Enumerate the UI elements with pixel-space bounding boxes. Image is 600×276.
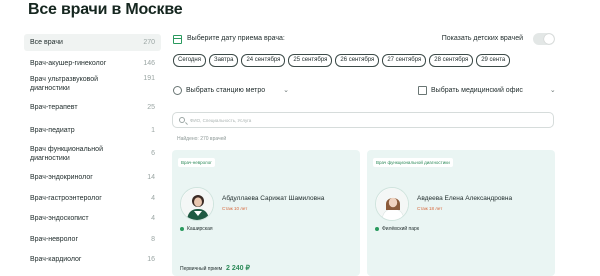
date-chip[interactable]: 26 сентября (335, 54, 380, 67)
sidebar-item-label: Врач-терапевт (30, 104, 78, 111)
date-chip[interactable]: 24 сентября (241, 54, 286, 67)
doctor-card[interactable]: Врач-невролог Абдуллаева Сарижат Шамилов… (172, 150, 360, 276)
sidebar-item-all-doctors[interactable]: Все врачи 270 (24, 34, 161, 51)
metro-name: Каширская (187, 226, 213, 232)
kids-toggle-label: Показать детских врачей (441, 35, 523, 42)
doctor-search (172, 112, 554, 128)
doctor-experience: Стаж 18 лет (417, 206, 443, 211)
sidebar-item-label: Врач-акушер-гинеколог (30, 59, 107, 67)
sidebar-item-count: 191 (143, 75, 155, 82)
doctor-name[interactable]: Абдуллаева Сарижат Шамиловна (222, 195, 324, 202)
doctor-avatar (375, 187, 409, 221)
sidebar-item-label: Врач функциональной диагностики (30, 145, 103, 162)
doctor-experience: Стаж 10 лет (222, 206, 248, 211)
sidebar-item-pediatrician[interactable]: Врач-педиатр 1 (24, 119, 161, 141)
sidebar-item-count: 146 (143, 59, 155, 67)
calendar-icon (173, 35, 182, 44)
metro-name: Филёвский парк (382, 226, 420, 232)
date-picker-header: Выберите дату приема врача: Показать дет… (173, 33, 555, 48)
date-chip[interactable]: 28 сентября (429, 54, 474, 67)
specialty-sidebar: Все врачи 270 Врач-акушер-гинеколог 146 … (24, 34, 161, 269)
sidebar-item-label: Врач-эндоскопист (30, 214, 89, 222)
date-chip[interactable]: 29 сента (476, 54, 511, 67)
doctor-metro: Каширская (180, 226, 213, 232)
sidebar-item-gastroenterologist[interactable]: Врач-гастроэнтеролог 4 (24, 189, 161, 207)
date-chip-tomorrow[interactable]: Завтра (209, 54, 239, 67)
metro-icon (173, 85, 182, 95)
sidebar-item-count: 8 (151, 235, 155, 243)
date-chip-today[interactable]: Сегодня (173, 54, 206, 67)
doctor-avatar (180, 187, 214, 221)
office-icon (418, 85, 427, 95)
sidebar-item-count: 270 (143, 39, 155, 46)
metro-filter-label: Выбрать станцию метро (186, 86, 266, 94)
sidebar-item-label: Врач-кардиолог (30, 255, 82, 263)
doctor-card[interactable]: Врач функциональной диагностики Авдеева … (367, 150, 555, 276)
sidebar-item-count: 4 (151, 194, 155, 202)
price-value: 2 240 ₽ (226, 265, 250, 272)
sidebar-item-count: 4 (151, 214, 155, 222)
sidebar-item-count: 16 (147, 255, 155, 263)
doctor-metro: Филёвский парк (375, 226, 419, 232)
sidebar-item-therapist[interactable]: Врач-терапевт 25 (24, 96, 161, 119)
sidebar-item-count: 1 (151, 126, 155, 134)
results-count: Найдено: 270 врачей (177, 136, 227, 142)
sidebar-item-ultrasound[interactable]: Врач ультразвуковой диагностики 191 (24, 75, 161, 96)
sidebar-item-label: Врач-эндокринолог (30, 174, 93, 181)
date-chip[interactable]: 25 сентября (288, 54, 333, 67)
date-chips: Сегодня Завтра 24 сентября 25 сентября 26 се… (173, 54, 558, 68)
sidebar-item-label: Все врачи (30, 39, 63, 46)
sidebar-item-label: Врач-невролог (30, 235, 78, 243)
specialty-badge: Врач-невролог (178, 158, 215, 167)
search-icon (179, 117, 185, 123)
kids-doctors-toggle[interactable] (533, 33, 555, 45)
metro-dot-icon (180, 227, 184, 231)
sidebar-item-count: 14 (147, 174, 155, 181)
metro-filter-dropdown[interactable]: Выбрать станцию метро ⌄ (173, 84, 289, 96)
office-filter-dropdown[interactable]: Выбрать медицинский офис ⌄ (418, 84, 556, 96)
date-chip[interactable]: 27 сентября (382, 54, 427, 67)
office-filter-label: Выбрать медицинский офис (431, 86, 523, 94)
chevron-down-icon: ⌄ (283, 87, 289, 94)
sidebar-item-endoscopist[interactable]: Врач-эндоскопист 4 (24, 207, 161, 229)
sidebar-item-label: Врач-педиатр (30, 126, 75, 134)
chevron-down-icon: ⌄ (549, 87, 556, 94)
sidebar-item-cardiologist[interactable]: Врач-кардиолог 16 (24, 249, 161, 269)
sidebar-item-label: Врач-гастроэнтеролог (30, 194, 102, 202)
sidebar-item-label: Врач ультразвуковой диагностики (30, 76, 99, 92)
price-label: Первичный прием (180, 266, 223, 272)
sidebar-item-obstetrician[interactable]: Врач-акушер-гинеколог 146 (24, 51, 161, 75)
sidebar-item-functional-diagnostics[interactable]: Врач функциональной диагностики 6 (24, 141, 161, 166)
search-input[interactable] (190, 115, 540, 125)
sidebar-item-count: 25 (147, 104, 155, 111)
metro-dot-icon (375, 227, 379, 231)
date-picker-label: Выберите дату приема врача: (187, 35, 285, 42)
doctor-name[interactable]: Авдеева Елена Александровна (417, 195, 512, 202)
sidebar-item-endocrinologist[interactable]: Врач-эндокринолог 14 (24, 166, 161, 189)
page-title: Все врачи в Москве (28, 1, 183, 18)
sidebar-item-count: 6 (151, 150, 155, 157)
specialty-badge: Врач функциональной диагностики (373, 158, 453, 167)
sidebar-item-neurologist[interactable]: Врач-невролог 8 (24, 229, 161, 249)
